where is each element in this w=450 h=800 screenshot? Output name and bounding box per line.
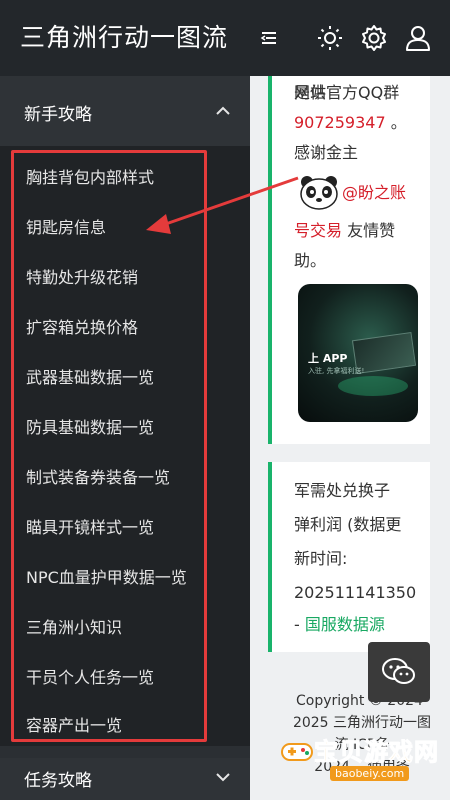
banner-glow xyxy=(338,376,408,396)
gear-icon xyxy=(362,25,386,51)
sponsor-link-2[interactable]: 号交易 xyxy=(294,221,342,240)
thanks-end: 助。 xyxy=(294,251,327,270)
top-bar: 三角洲行动一图流 xyxy=(0,0,450,76)
sidebar: 新手攻略 胸挂背包内部样式 钥匙房信息 特勤处升级花销 扩容箱兑换价格 武器基础… xyxy=(0,76,250,800)
ammo-line-1: 军需处兑换子 xyxy=(294,481,391,500)
info-card: 是供 网站官方QQ群 907259347 。 感谢金主 @盼之账 号交易 友情赞… xyxy=(268,66,430,444)
qq-group-line: 网站官方QQ群 xyxy=(294,83,400,102)
page: 是供 网站官方QQ群 907259347 。 感谢金主 @盼之账 号交易 友情赞… xyxy=(0,0,450,800)
site-title[interactable]: 三角洲行动一图流 xyxy=(20,18,228,54)
theme-toggle-button[interactable] xyxy=(314,22,346,54)
section-newbie-guide[interactable]: 新手攻略 xyxy=(0,76,250,146)
panda-icon xyxy=(300,176,338,210)
section-label: 新手攻略 xyxy=(24,105,92,125)
menu-collapse-icon xyxy=(260,32,276,44)
annotation-highlight-box xyxy=(11,150,207,742)
update-time: 202511141350 xyxy=(294,583,417,602)
source-line: - 国服数据源 xyxy=(294,615,385,634)
menu-collapse-button[interactable] xyxy=(254,22,286,54)
watermark: 宝贝游戏网 baobeiy.com xyxy=(272,732,442,788)
qq-number-line: 907259347 。 xyxy=(294,108,407,138)
ammo-line-2: 弹利润 (数据更 xyxy=(294,515,402,534)
app-banner-image[interactable]: 上 APP 入驻, 先拿福利送! xyxy=(298,284,418,422)
watermark-text: 宝贝游戏网 xyxy=(314,738,439,767)
chevron-down-icon xyxy=(216,773,230,782)
section-label: 任务攻略 xyxy=(24,771,92,791)
qq-number[interactable]: 907259347 xyxy=(294,113,386,132)
settings-button[interactable] xyxy=(358,22,390,54)
thanks-text: 感谢金主 xyxy=(294,143,359,162)
ammo-profit-card: 军需处兑换子 弹利润 (数据更 新时间: 202511141350 - 国服数据… xyxy=(268,462,430,652)
data-source-link[interactable]: 国服数据源 xyxy=(305,615,385,634)
banner-title: 上 APP xyxy=(308,352,348,365)
wechat-icon xyxy=(382,658,415,684)
wechat-share-button[interactable] xyxy=(368,642,430,702)
chevron-up-icon xyxy=(216,106,230,115)
watermark-url: baobeiy.com xyxy=(330,766,410,781)
user-icon xyxy=(406,26,430,51)
qq-suffix: 。 xyxy=(385,113,407,132)
user-button[interactable] xyxy=(402,22,434,54)
main-content: 是供 网站官方QQ群 907259347 。 感谢金主 @盼之账 号交易 友情赞… xyxy=(250,66,450,800)
sponsor-link[interactable]: @盼之账 xyxy=(342,178,406,208)
gamepad-logo-icon xyxy=(281,743,313,761)
section-mission-guide[interactable]: 任务攻略 xyxy=(0,758,250,800)
ammo-line-3: 新时间: xyxy=(294,549,348,568)
sponsor-line: 号交易 友情赞 xyxy=(294,221,396,240)
sun-icon xyxy=(318,26,342,50)
banner-subtitle: 入驻, 先拿福利送! xyxy=(308,367,365,375)
